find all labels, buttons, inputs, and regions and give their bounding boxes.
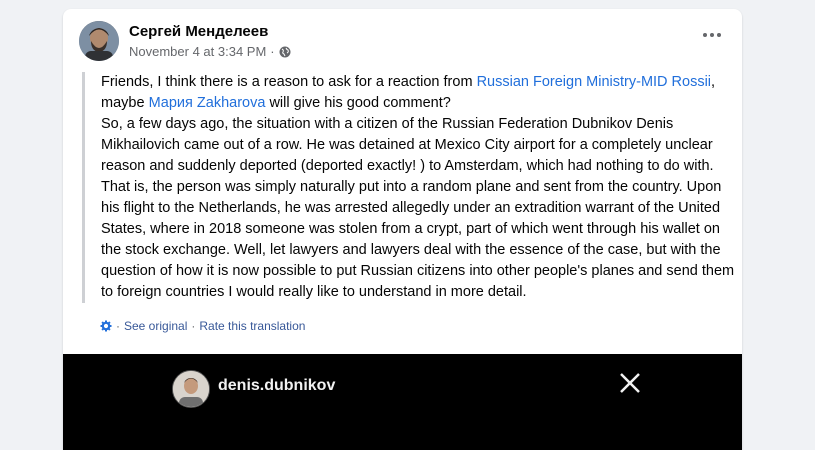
post-card: Сергей Менделеев November 4 at 3:34 PM ·… — [63, 9, 742, 450]
post-meta: November 4 at 3:34 PM · — [129, 44, 291, 59]
body-text: , — [711, 74, 716, 90]
body-text: Friends, I think there is a reason to as… — [101, 74, 477, 90]
author-avatar[interactable] — [79, 21, 119, 61]
post-timestamp[interactable]: November 4 at 3:34 PM — [129, 44, 266, 59]
translate-dot: · — [191, 319, 196, 333]
translation-bar: · See original · Rate this translation — [100, 319, 305, 333]
more-dot — [710, 33, 714, 37]
globe-icon — [279, 46, 291, 58]
more-dot — [717, 33, 721, 37]
body-text: maybe — [101, 95, 149, 111]
story-user-avatar — [172, 370, 210, 408]
gear-icon — [100, 320, 112, 332]
attached-media[interactable]: denis.dubnikov — [63, 354, 742, 450]
meta-separator: · — [270, 44, 275, 59]
author-name[interactable]: Сергей Менделеев — [129, 23, 268, 40]
mention-link-zakharova[interactable]: Мария Zakharova — [149, 95, 266, 111]
body-text: will give his good comment? — [265, 95, 451, 111]
more-horizontal-icon — [703, 33, 707, 37]
rate-translation-link[interactable]: Rate this translation — [199, 319, 305, 333]
see-original-link[interactable]: See original — [124, 319, 187, 333]
body-line-2: maybe Мария Zakharova will give his good… — [101, 93, 741, 114]
more-options-button[interactable] — [698, 25, 726, 45]
close-icon[interactable] — [617, 370, 643, 396]
story-username: denis.dubnikov — [218, 377, 336, 394]
translate-dot: · — [116, 319, 120, 333]
body-paragraph: So, a few days ago, the situation with a… — [101, 116, 735, 300]
mention-link-ministry[interactable]: Russian Foreign Ministry-MID Rossii — [477, 74, 711, 90]
post-body: Friends, I think there is a reason to as… — [82, 72, 741, 303]
body-line-1: Friends, I think there is a reason to as… — [101, 72, 741, 93]
